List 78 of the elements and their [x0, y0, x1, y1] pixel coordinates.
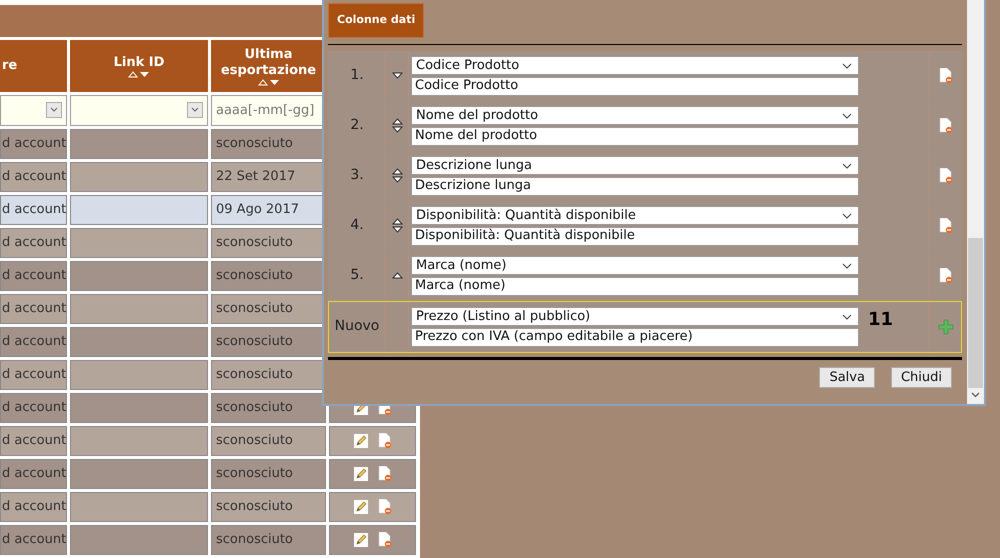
label-field[interactable]: Marca (nome) — [411, 276, 859, 296]
document-remove-icon[interactable] — [378, 499, 392, 515]
pencil-icon[interactable] — [354, 533, 368, 547]
document-remove-icon[interactable] — [378, 433, 392, 449]
table-cell: sconosciuto — [211, 426, 326, 456]
row-label: 5. — [329, 252, 386, 300]
sort-icon[interactable] — [258, 78, 280, 86]
table-cell: d account — [0, 393, 67, 423]
field-select[interactable]: Disponibilità: Quantità disponibile — [411, 206, 859, 224]
table-cell: d account — [0, 261, 67, 291]
column-header: re — [0, 40, 67, 92]
document-remove-icon[interactable] — [938, 68, 952, 84]
field-select[interactable]: Prezzo (Listino al pubblico) — [411, 306, 859, 326]
row-label: 4. — [329, 202, 386, 250]
document-remove-icon[interactable] — [938, 268, 952, 284]
chevron-down-icon — [842, 212, 852, 218]
table-cell: sconosciuto — [211, 525, 326, 555]
table-cell: d account — [0, 195, 67, 225]
field-select[interactable]: Descrizione lunga — [411, 156, 859, 174]
scrollbar[interactable] — [967, 0, 984, 404]
row-label: 3. — [329, 152, 386, 200]
table-cell: d account — [0, 327, 67, 357]
field-select[interactable]: Marca (nome) — [411, 256, 859, 274]
row-label: Nuovo — [329, 302, 386, 352]
table-cell: d account — [0, 459, 67, 489]
table-cell: d account — [0, 162, 67, 192]
move-down-icon[interactable] — [392, 226, 402, 233]
move-up-icon[interactable] — [392, 218, 402, 225]
move-down-icon[interactable] — [392, 72, 402, 79]
table-cell: d account — [0, 525, 67, 555]
column-header[interactable]: Link ID — [70, 40, 208, 92]
table-cell: d account — [0, 129, 67, 159]
pencil-icon[interactable] — [354, 434, 368, 448]
pencil-icon[interactable] — [354, 500, 368, 514]
dropdown-icon[interactable] — [46, 102, 62, 118]
document-remove-icon[interactable] — [378, 532, 392, 548]
move-up-icon[interactable] — [392, 272, 402, 279]
sort-icon[interactable] — [128, 70, 150, 78]
label-field[interactable]: Descrizione lunga — [411, 176, 859, 196]
label-field[interactable]: Codice Prodotto — [411, 76, 859, 96]
move-down-icon[interactable] — [392, 176, 402, 183]
field-select[interactable]: Nome del prodotto — [411, 106, 859, 124]
table-cell: d account — [0, 228, 67, 258]
dialog-button[interactable]: Chiudi — [890, 366, 952, 388]
table-cell: sconosciuto — [211, 393, 326, 423]
table-cell: sconosciuto — [211, 459, 326, 489]
label-field[interactable]: Prezzo con IVA (campo editabile a piacere) — [411, 328, 859, 346]
label-field[interactable]: Nome del prodotto — [411, 126, 859, 146]
table-cell: d account — [0, 492, 67, 522]
chevron-down-icon — [842, 314, 852, 320]
filter-select[interactable] — [0, 95, 67, 126]
chevron-down-icon — [842, 262, 852, 268]
filter-select[interactable] — [70, 95, 208, 126]
document-remove-icon[interactable] — [378, 466, 392, 482]
dropdown-icon[interactable] — [187, 102, 203, 118]
table-cell: d account — [0, 294, 67, 324]
move-up-icon[interactable] — [392, 118, 402, 125]
document-remove-icon[interactable] — [938, 118, 952, 134]
chevron-down-icon — [842, 62, 852, 68]
table-cell: d account — [0, 426, 67, 456]
row-label: 1. — [329, 52, 386, 100]
tab[interactable]: Colonne dati — [328, 3, 424, 38]
row-label: 2. — [329, 102, 386, 150]
label-field[interactable]: Disponibilità: Quantità disponibile — [411, 226, 859, 246]
chevron-down-icon — [842, 162, 852, 168]
pencil-icon[interactable] — [354, 467, 368, 481]
dialog-button[interactable]: Salva — [819, 366, 875, 388]
document-remove-icon[interactable] — [938, 168, 952, 184]
field-select[interactable]: Codice Prodotto — [411, 56, 859, 74]
move-down-icon[interactable] — [392, 126, 402, 133]
move-up-icon[interactable] — [392, 168, 402, 175]
document-remove-icon[interactable] — [938, 218, 952, 234]
chevron-down-icon — [842, 112, 852, 118]
scrollbar-thumb[interactable] — [968, 238, 983, 388]
table-cell: sconosciuto — [211, 492, 326, 522]
table-cell: d account — [0, 360, 67, 390]
scroll-down-icon[interactable] — [971, 392, 980, 398]
count-label: 11 — [868, 310, 894, 330]
